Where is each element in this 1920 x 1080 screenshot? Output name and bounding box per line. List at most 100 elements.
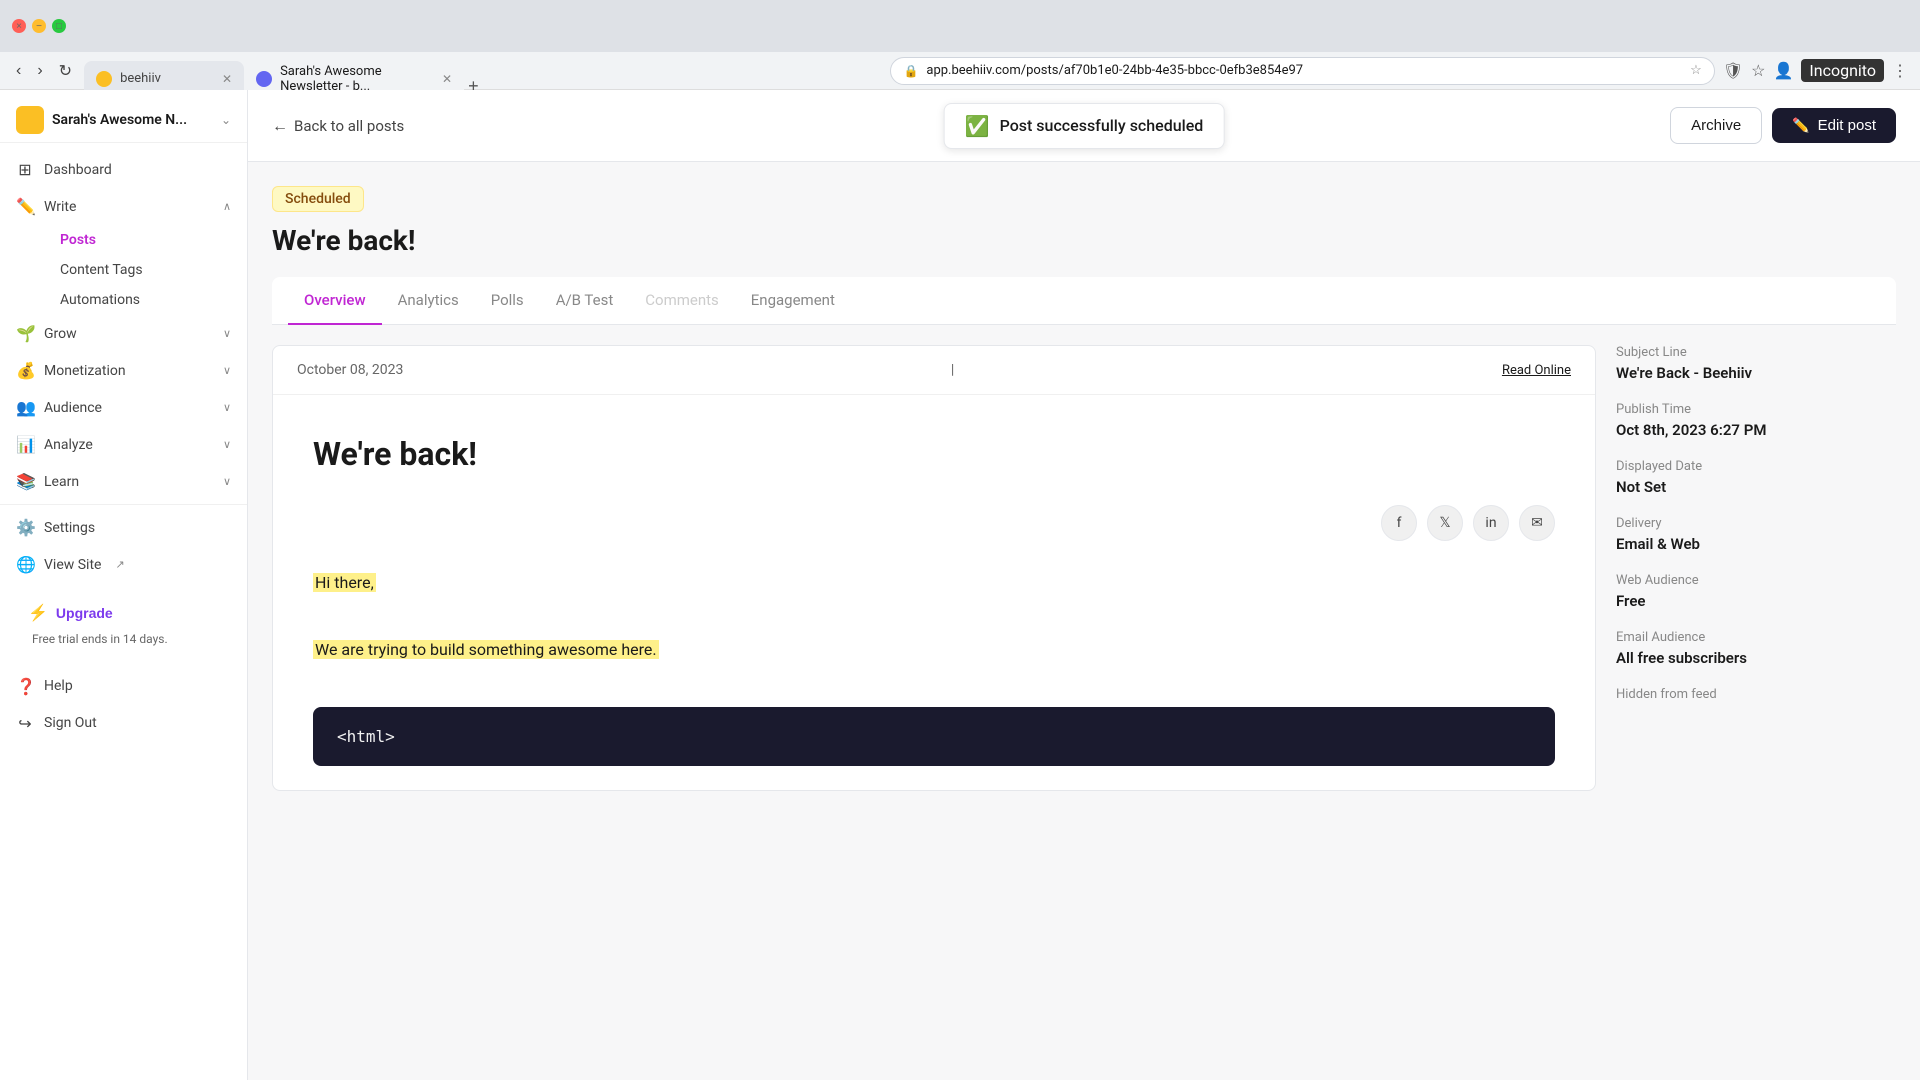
newsletter-dropdown-icon[interactable]: ⌄ xyxy=(221,113,231,127)
more-icon[interactable]: ⋮ xyxy=(1892,61,1908,80)
address-bar[interactable]: 🔒 app.beehiiv.com/posts/af70b1e0-24bb-4e… xyxy=(890,57,1714,85)
audience-icon: 👥 xyxy=(16,398,34,417)
hidden-from-feed-label: Hidden from feed xyxy=(1616,687,1896,702)
twitter-share-icon[interactable]: 𝕏 xyxy=(1427,505,1463,541)
email-audience-value: All free subscribers xyxy=(1616,649,1896,667)
sidebar-sign-out-label: Sign Out xyxy=(44,715,97,731)
beehiiv-tab-close[interactable]: ✕ xyxy=(222,72,232,86)
tab-overview[interactable]: Overview xyxy=(288,277,382,325)
beehiiv-tab-label: beehiiv xyxy=(120,71,161,86)
info-panel: Subject Line We're Back - Beehiiv Publis… xyxy=(1616,345,1896,791)
edit-post-button[interactable]: ✏️ Edit post xyxy=(1772,108,1896,143)
audience-chevron-icon: ∨ xyxy=(223,401,231,414)
facebook-share-icon[interactable]: f xyxy=(1381,505,1417,541)
success-toast: ✅ Post successfully scheduled xyxy=(944,103,1225,149)
upgrade-button[interactable]: ⚡ Upgrade xyxy=(16,595,231,631)
web-audience-label: Web Audience xyxy=(1616,573,1896,588)
sidebar-item-posts[interactable]: Posts xyxy=(44,225,247,255)
tab-engagement[interactable]: Engagement xyxy=(735,277,851,325)
tab-ab-test[interactable]: A/B Test xyxy=(540,277,630,325)
polls-tab-label: Polls xyxy=(491,291,524,309)
success-check-icon: ✅ xyxy=(965,114,990,138)
sidebar-item-grow[interactable]: 🌱 Grow ∨ xyxy=(0,315,247,352)
sidebar-item-view-site[interactable]: 🌐 View Site ↗ xyxy=(0,546,247,583)
ab-test-tab-label: A/B Test xyxy=(556,291,614,309)
web-audience-value: Free xyxy=(1616,592,1896,610)
email-share-icon[interactable]: ✉ xyxy=(1519,505,1555,541)
back-nav-button[interactable]: ‹ xyxy=(12,58,25,84)
hi-there-text: Hi there, xyxy=(313,573,376,592)
back-to-all-posts-link[interactable]: ← Back to all posts xyxy=(272,116,404,136)
sidebar-item-automations[interactable]: Automations xyxy=(44,285,247,315)
sidebar-item-write[interactable]: ✏️ Write ∧ xyxy=(0,188,247,225)
hidden-from-feed-item: Hidden from feed xyxy=(1616,687,1896,702)
back-arrow-icon: ← xyxy=(272,116,288,136)
newsletter-title: Sarah's Awesome N... xyxy=(52,112,213,128)
post-preview-body: We're back! f 𝕏 in ✉ Hi there, We are tr… xyxy=(273,395,1595,790)
newsletter-logo xyxy=(16,106,44,134)
displayed-date-item: Displayed Date Not Set xyxy=(1616,459,1896,496)
post-header: Scheduled We're back! xyxy=(272,186,1896,257)
code-block-content: <html> xyxy=(337,727,395,746)
publish-time-value: Oct 8th, 2023 6:27 PM xyxy=(1616,421,1896,439)
publish-time-item: Publish Time Oct 8th, 2023 6:27 PM xyxy=(1616,402,1896,439)
lock-icon: 🔒 xyxy=(903,64,918,78)
engagement-tab-label: Engagement xyxy=(751,291,835,309)
email-audience-item: Email Audience All free subscribers xyxy=(1616,630,1896,667)
sidebar-item-content-tags[interactable]: Content Tags xyxy=(44,255,247,285)
social-share-icons: f 𝕏 in ✉ xyxy=(313,505,1555,541)
linkedin-share-icon[interactable]: in xyxy=(1473,505,1509,541)
close-window-button[interactable]: × xyxy=(12,19,26,33)
sidebar-write-sub: Posts Content Tags Automations xyxy=(0,225,247,315)
beehiiv-favicon xyxy=(96,71,112,87)
sidebar-nav: ⊞ Dashboard ✏️ Write ∧ Posts Content Tag… xyxy=(0,143,247,1080)
read-online-link[interactable]: Read Online xyxy=(1502,363,1571,378)
subject-line-value: We're Back - Beehiiv xyxy=(1616,364,1896,382)
sidebar-grow-label: Grow xyxy=(44,326,77,342)
reload-button[interactable]: ↻ xyxy=(55,57,76,85)
back-link-label: Back to all posts xyxy=(294,117,404,135)
view-site-icon: 🌐 xyxy=(16,555,34,574)
profile-icon[interactable]: 👤 xyxy=(1773,61,1793,80)
sarah-tab-close[interactable]: ✕ xyxy=(442,72,452,86)
write-icon: ✏️ xyxy=(16,197,34,216)
tab-polls[interactable]: Polls xyxy=(475,277,540,325)
bookmark-icon[interactable]: ☆ xyxy=(1690,63,1702,78)
grow-icon: 🌱 xyxy=(16,324,34,343)
sidebar-item-monetization[interactable]: 💰 Monetization ∨ xyxy=(0,352,247,389)
upgrade-icon: ⚡ xyxy=(28,603,48,623)
sidebar-item-learn[interactable]: 📚 Learn ∨ xyxy=(0,463,247,500)
sidebar-item-audience[interactable]: 👥 Audience ∨ xyxy=(0,389,247,426)
delivery-value: Email & Web xyxy=(1616,535,1896,553)
archive-button[interactable]: Archive xyxy=(1670,107,1762,144)
post-title: We're back! xyxy=(272,224,1896,257)
monetization-chevron-icon: ∨ xyxy=(223,364,231,377)
overview-tab-label: Overview xyxy=(304,291,366,309)
sidebar-analyze-label: Analyze xyxy=(44,437,93,453)
sidebar-header: Sarah's Awesome N... ⌄ xyxy=(0,90,247,143)
address-bar-row: ‹ › ↻ beehiiv ✕ Sarah's Awesome Newslett… xyxy=(0,52,1920,90)
comments-tab-label: Comments xyxy=(645,291,719,309)
sidebar-item-sign-out[interactable]: ↪ Sign Out xyxy=(0,705,247,742)
post-preview-header: October 08, 2023 | Read Online xyxy=(273,346,1595,395)
sidebar-item-dashboard[interactable]: ⊞ Dashboard xyxy=(0,151,247,188)
tab-analytics[interactable]: Analytics xyxy=(382,277,475,325)
upgrade-label: Upgrade xyxy=(56,605,113,621)
maximize-window-button[interactable]: □ xyxy=(52,19,66,33)
email-audience-label: Email Audience xyxy=(1616,630,1896,645)
settings-icon: ⚙️ xyxy=(16,518,34,537)
minimize-window-button[interactable]: − xyxy=(32,19,46,33)
sidebar-item-help[interactable]: ❓ Help xyxy=(0,668,247,705)
sidebar-item-settings[interactable]: ⚙️ Settings xyxy=(0,509,247,546)
grow-chevron-icon: ∨ xyxy=(223,327,231,340)
sarah-tab-label: Sarah's Awesome Newsletter - b... xyxy=(280,64,434,94)
learn-icon: 📚 xyxy=(16,472,34,491)
forward-nav-button[interactable]: › xyxy=(33,58,46,84)
star-icon[interactable]: ☆ xyxy=(1751,61,1765,80)
edit-post-label: Edit post xyxy=(1818,117,1876,134)
app-layout: Sarah's Awesome N... ⌄ ⊞ Dashboard ✏️ Wr… xyxy=(0,90,1920,1080)
sidebar-item-analyze[interactable]: 📊 Analyze ∨ xyxy=(0,426,247,463)
publish-time-label: Publish Time xyxy=(1616,402,1896,417)
sidebar-write-label: Write xyxy=(44,199,76,215)
sidebar-monetization-label: Monetization xyxy=(44,363,126,379)
